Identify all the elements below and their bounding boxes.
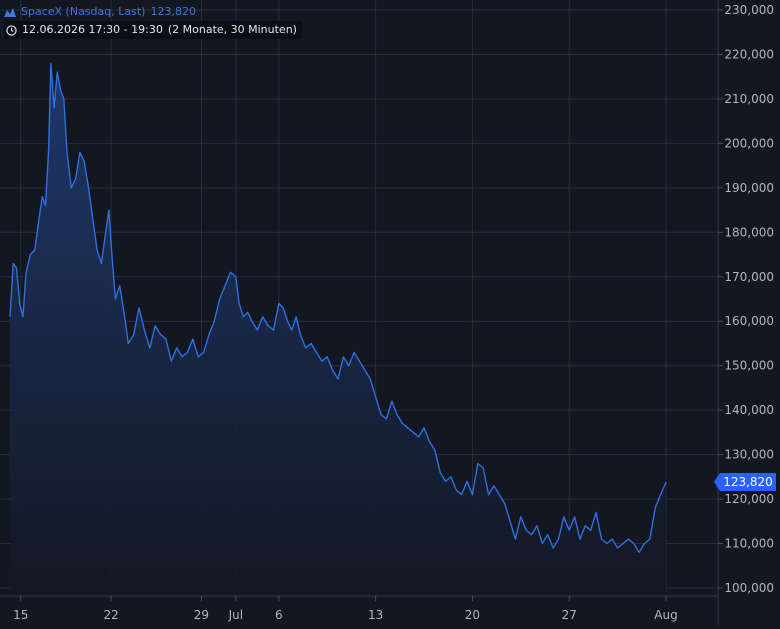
x-tick-label: Aug: [654, 608, 677, 622]
x-tick-label: 13: [368, 608, 383, 622]
mountain-chart-icon: [4, 8, 16, 17]
last-price-label: 123,820: [723, 475, 773, 490]
legend-time-range: 12.06.2026 17:30 - 19:30: [22, 23, 163, 36]
y-tick-label: 100,000: [724, 581, 774, 595]
y-tick-label: 200,000: [724, 136, 774, 150]
last-price-tag: 123,820: [714, 473, 776, 492]
y-tick-label: 120,000: [724, 492, 774, 506]
legend-instrument[interactable]: SpaceX (Nasdaq, Last): [21, 4, 145, 20]
y-tick-label: 220,000: [724, 47, 774, 61]
legend-last-value: 123,820: [150, 5, 196, 18]
x-tick-label: 6: [275, 608, 283, 622]
x-tick-label: 15: [13, 608, 28, 622]
y-tick-label: 110,000: [724, 537, 774, 551]
x-tick-label: Jul: [228, 608, 243, 622]
y-tick-label: 130,000: [724, 448, 774, 462]
legend-time-row: 12.06.2026 17:30 - 19:30 (2 Monate, 30 M…: [4, 21, 302, 39]
x-tick-label: 20: [465, 608, 480, 622]
x-tick-label: 27: [562, 608, 577, 622]
price-chart[interactable]: 100,000 110,000 120,000 130,000 140,000 150,0…: [0, 0, 780, 625]
clock-icon: [6, 24, 17, 36]
legend-interval: (2 Monate, 30 Minuten): [167, 23, 297, 36]
y-tick-label: 140,000: [724, 403, 774, 417]
y-tick-label: 180,000: [724, 225, 774, 239]
y-axis: 100,000 110,000 120,000 130,000 140,000 150,0…: [717, 0, 774, 625]
y-tick-label: 150,000: [724, 359, 774, 373]
y-tick-label: 170,000: [724, 270, 774, 284]
y-tick-label: 210,000: [724, 92, 774, 106]
x-axis: 15 22 29 Jul 6 13 20 27 Aug: [0, 595, 718, 622]
y-tick-label: 160,000: [724, 314, 774, 328]
y-tick-label: 190,000: [724, 181, 774, 195]
chart-legend: SpaceX (Nasdaq, Last) 123,820 12.06.2026…: [4, 4, 302, 41]
x-tick-label: 22: [103, 608, 118, 622]
legend-instrument-row: SpaceX (Nasdaq, Last) 123,820: [4, 4, 302, 20]
y-tick-label: 230,000: [724, 3, 774, 17]
chart-canvas[interactable]: 100,000 110,000 120,000 130,000 140,000 150,0…: [0, 0, 780, 625]
x-tick-label: 29: [194, 608, 209, 622]
